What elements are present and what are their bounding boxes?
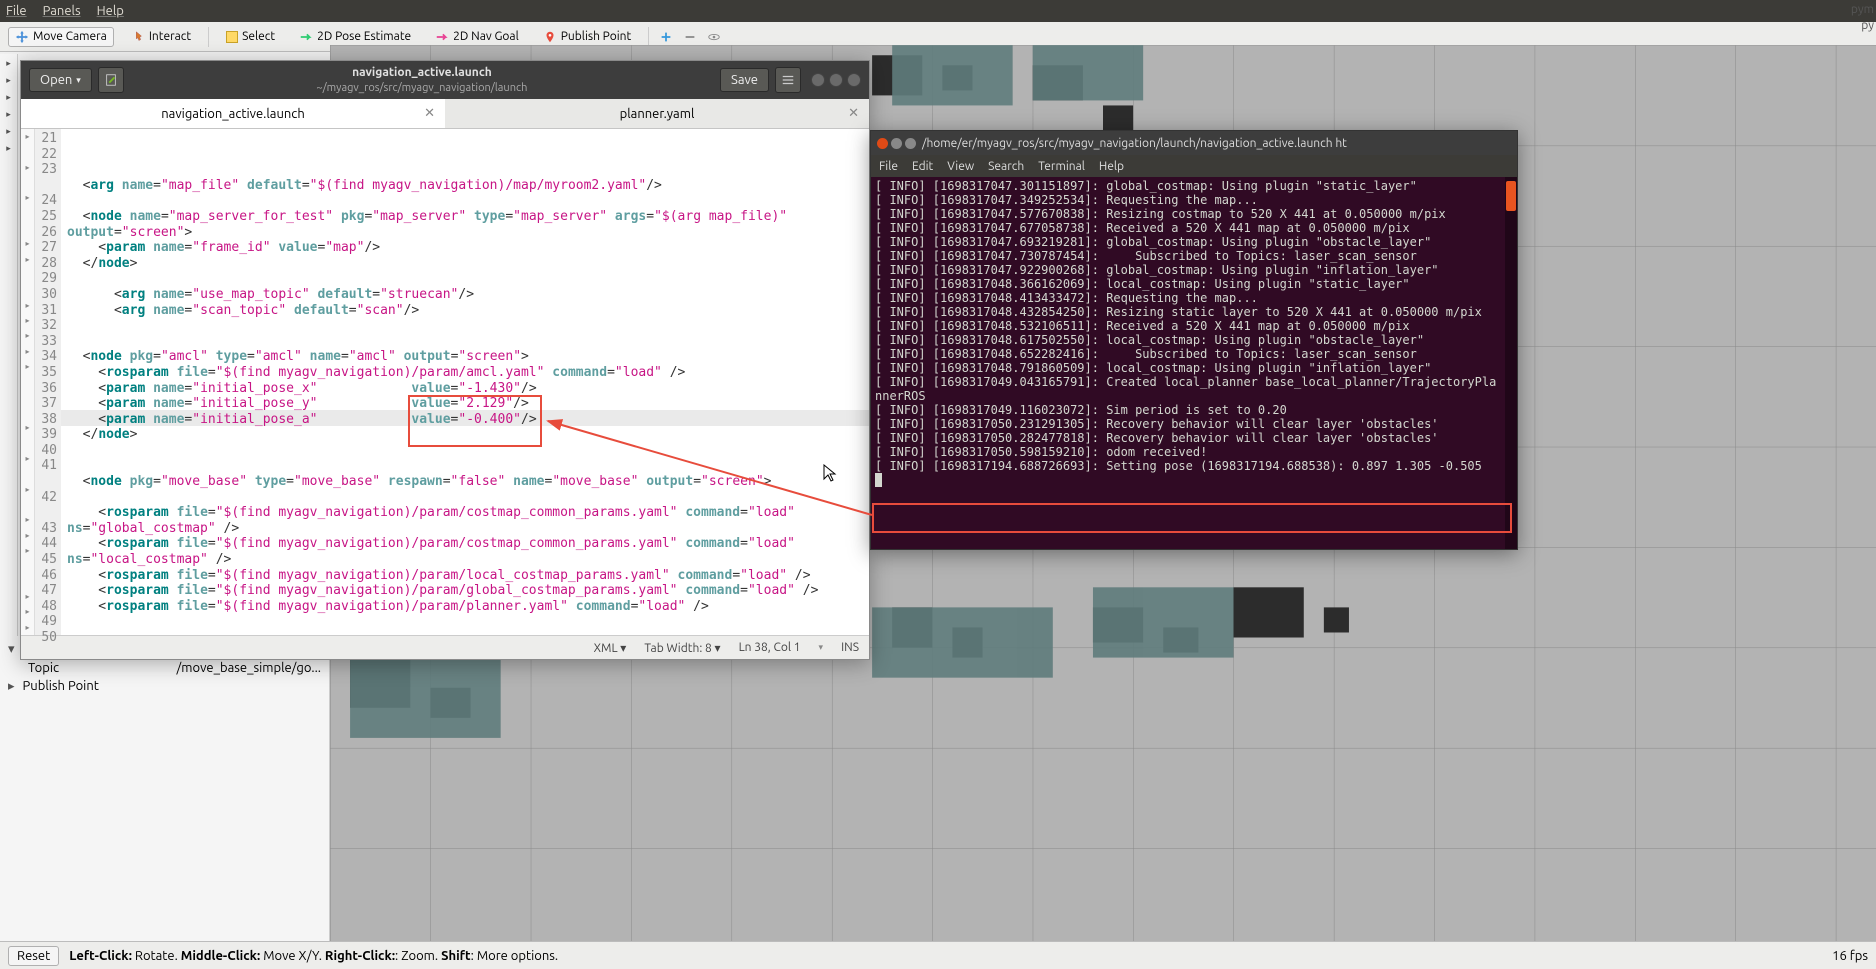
add-icon[interactable] — [659, 30, 673, 44]
terminal-menubar: File Edit View Search Terminal Help — [871, 155, 1517, 177]
cursor-position: Ln 38, Col 1 — [739, 641, 801, 654]
item-publish-point[interactable]: Publish Point — [23, 679, 99, 694]
maximize-icon[interactable] — [829, 73, 843, 87]
window-controls — [811, 73, 861, 87]
terminal-window: /home/er/myagv_ros/src/myagv_navigation/… — [870, 130, 1518, 550]
interact-button[interactable]: Interact — [124, 27, 198, 47]
pose-estimate-button[interactable]: 2D Pose Estimate — [292, 27, 418, 47]
line-number-gutter: 212223 242526272829303132333435363738394… — [35, 129, 61, 635]
eye-icon[interactable] — [707, 30, 721, 44]
minimize-icon[interactable] — [811, 73, 825, 87]
nav-goal-button[interactable]: 2D Nav Goal — [428, 27, 526, 47]
item-topic-value[interactable]: /move_base_simple/go... — [177, 661, 321, 675]
gedit-window: Open▾ navigation_active.launch ~/myagv_r… — [20, 60, 870, 660]
fps-counter: 16 fps — [1832, 949, 1868, 963]
publish-point-button[interactable]: Publish Point — [536, 27, 638, 47]
gedit-statusbar: XML ▾ Tab Width: 8 ▾ Ln 38, Col 1 ▾ INS — [21, 635, 869, 659]
app-menubar: File Panels Help — [0, 0, 1876, 22]
reset-button[interactable]: Reset — [8, 946, 59, 966]
rviz-statusbar: Reset Left-Click: Rotate. Middle-Click: … — [0, 941, 1876, 969]
tab-close-icon[interactable]: ✕ — [424, 106, 435, 121]
gedit-titlebar[interactable]: Open▾ navigation_active.launch ~/myagv_r… — [21, 61, 869, 99]
code-area[interactable]: <arg name="map_file" default="$(find mya… — [61, 129, 869, 635]
mouse-cursor-icon — [823, 464, 839, 484]
terminal-output[interactable]: [ INFO] [1698317047.301151897]: global_c… — [871, 177, 1517, 549]
term-menu-view[interactable]: View — [947, 160, 974, 173]
save-button[interactable]: Save — [720, 68, 769, 92]
term-menu-help[interactable]: Help — [1099, 160, 1124, 173]
tabwidth-selector[interactable]: Tab Width: 8 ▾ — [644, 641, 720, 655]
terminal-titlebar[interactable]: /home/er/myagv_ros/src/myagv_navigation/… — [871, 131, 1517, 155]
tab-close-icon[interactable]: ✕ — [848, 106, 859, 121]
term-max-icon[interactable] — [905, 138, 916, 149]
terminal-scrollbar[interactable] — [1505, 177, 1517, 549]
term-menu-search[interactable]: Search — [988, 160, 1024, 173]
move-camera-button[interactable]: Move Camera — [8, 27, 114, 47]
term-menu-terminal[interactable]: Terminal — [1038, 160, 1085, 173]
close-icon[interactable] — [847, 73, 861, 87]
menu-panels[interactable]: Panels — [43, 4, 81, 18]
terminal-title: /home/er/myagv_ros/src/myagv_navigation/… — [922, 137, 1347, 150]
editor-body: ▸▸▸▸▸▸▸▸▸▸▸▸▸▸▸▸▸▸▸ 212223 2425262728293… — [21, 129, 869, 635]
term-menu-file[interactable]: File — [879, 160, 898, 173]
menu-file[interactable]: File — [6, 4, 27, 18]
desktop-text: pympy — [1851, 2, 1874, 33]
item-topic-label: Topic — [28, 661, 59, 675]
term-menu-edit[interactable]: Edit — [912, 160, 933, 173]
tab-navigation-launch[interactable]: navigation_active.launch✕ — [21, 99, 445, 128]
tab-planner-yaml[interactable]: planner.yaml✕ — [445, 99, 869, 128]
select-button[interactable]: Select — [219, 27, 282, 46]
remove-icon[interactable] — [683, 30, 697, 44]
menu-help[interactable]: Help — [97, 4, 124, 18]
hamburger-button[interactable] — [775, 67, 801, 93]
select-icon — [226, 31, 238, 43]
new-doc-button[interactable] — [98, 67, 124, 93]
term-close-icon[interactable] — [877, 138, 888, 149]
window-title: navigation_active.launch ~/myagv_ros/src… — [124, 65, 720, 95]
statusbar-hint: Left-Click: Rotate. Middle-Click: Move X… — [69, 949, 558, 963]
insert-mode: INS — [841, 641, 859, 654]
fold-gutter: ▸▸▸▸▸▸▸▸▸▸▸▸▸▸▸▸▸▸▸ — [21, 129, 35, 635]
gedit-tabs: navigation_active.launch✕ planner.yaml✕ — [21, 99, 869, 129]
term-min-icon[interactable] — [891, 138, 902, 149]
open-button[interactable]: Open▾ — [29, 68, 92, 92]
rviz-displays-fragment: ▾2D Nav Goal Topic/move_base_simple/go..… — [0, 636, 330, 941]
lang-selector[interactable]: XML ▾ — [594, 641, 627, 655]
